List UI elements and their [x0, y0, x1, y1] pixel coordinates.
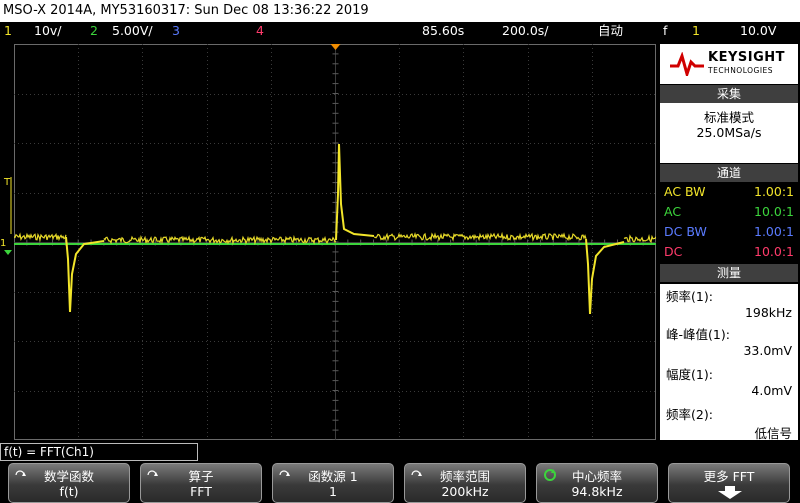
softkey-bar: 数学函数 f(t) 算子 FFT 函数源 1 1 频率范围 200kHz 中心频… — [0, 463, 800, 503]
channel-3-probe: 1.00:1 — [754, 224, 794, 239]
softkey-freq-span-value: 200kHz — [441, 484, 489, 499]
ch4-number[interactable]: 4 — [256, 22, 264, 40]
time-scale[interactable]: 200.0s/ — [502, 22, 549, 40]
left-marker-area: T 1 — [0, 44, 14, 440]
brand-name: KEYSIGHT — [708, 50, 785, 65]
math-function-label: f(t) = FFT(Ch1) — [0, 443, 198, 461]
softkey-freq-span[interactable]: 频率范围 200kHz — [404, 463, 526, 503]
softkey-more-fft[interactable]: 更多 FFT — [668, 463, 790, 503]
ch1-ground-marker: 1 — [0, 238, 6, 249]
channel-row-2[interactable]: AC 10.0:1 — [660, 202, 798, 222]
freq2-label: 频率(2): — [666, 407, 713, 422]
softkey-freq-span-title: 频率范围 — [439, 469, 490, 484]
trigger-mode[interactable]: 自动 — [598, 22, 623, 40]
softkey-center-freq-value: 94.8kHz — [571, 484, 623, 499]
graticule — [14, 44, 656, 440]
acquisition-header: 采集 — [660, 85, 798, 103]
acquisition-body: 标准模式 25.0MSa/s — [660, 103, 798, 163]
ch1-trace — [14, 232, 67, 242]
channel-2-probe: 10.0:1 — [754, 204, 794, 219]
channel-4-probe: 10.0:1 — [754, 244, 794, 259]
channel-row-1[interactable]: AC BW 1.00:1 — [660, 182, 798, 202]
channel-row-4[interactable]: DC 10.0:1 — [660, 242, 798, 262]
softkey-operator-value: FFT — [190, 484, 212, 499]
acq-rate: 25.0MSa/s — [696, 125, 762, 140]
window-title: MSO-X 2014A, MY53160317: Sun Dec 08 13:3… — [0, 0, 800, 22]
softkey-source-value: 1 — [329, 484, 337, 499]
softkey-operator-title: 算子 — [188, 469, 214, 484]
time-offset[interactable]: 85.60s — [422, 22, 464, 40]
freq2-value: 低信号 — [754, 426, 792, 441]
trigger-channel[interactable]: 1 — [692, 22, 700, 40]
channel-row-3[interactable]: DC BW 1.00:1 — [660, 222, 798, 242]
ch1-trace — [623, 233, 656, 244]
acq-mode: 标准模式 — [703, 110, 754, 125]
channel-1-probe: 1.00:1 — [754, 184, 794, 199]
down-arrow-icon — [718, 486, 742, 499]
trigger-slope-icon: f — [663, 23, 668, 38]
keysight-logo: KEYSIGHT TECHNOLOGIES — [660, 44, 798, 84]
freq1-value: 198kHz — [744, 305, 792, 320]
ch2-number[interactable]: 2 — [90, 22, 98, 40]
ch1-trace — [374, 231, 587, 242]
softkey-math-function-title: 数学函数 — [43, 469, 94, 484]
channels-header: 通道 — [660, 164, 798, 182]
ch2-ground-marker — [4, 250, 12, 255]
side-panel: KEYSIGHT TECHNOLOGIES 采集 标准模式 25.0MSa/s … — [660, 44, 798, 441]
measurements-body: 频率(1): 198kHz 峰-峰值(1): 33.0mV 幅度(1): 4.0… — [660, 284, 798, 441]
channel-1-label: AC BW — [664, 184, 706, 199]
channel-4-label: DC — [664, 244, 683, 259]
keysight-wave-icon — [670, 52, 704, 76]
softkey-center-freq-title: 中心频率 — [571, 469, 622, 484]
ch1-scale[interactable]: 10v/ — [34, 22, 62, 40]
trigger-level[interactable]: 10.0V — [740, 22, 776, 40]
softkey-center-freq[interactable]: 中心频率 94.8kHz — [536, 463, 658, 503]
status-bar: 1 10v/ 2 5.00V/ 3 4 85.60s 200.0s/ 自动 f … — [0, 22, 800, 40]
softkey-more-fft-title: 更多 FFT — [703, 469, 755, 484]
brand-sub: TECHNOLOGIES — [708, 66, 774, 75]
trigger-level-marker: T — [3, 177, 11, 188]
freq1-label: 频率(1): — [666, 289, 713, 304]
ch2-scale[interactable]: 5.00V/ — [112, 22, 153, 40]
softkey-math-function-value: f(t) — [59, 484, 79, 499]
ch3-number[interactable]: 3 — [172, 22, 180, 40]
channel-2-label: AC — [664, 204, 682, 219]
softkey-math-function[interactable]: 数学函数 f(t) — [8, 463, 130, 503]
amp-label: 幅度(1): — [666, 367, 713, 382]
pp-label: 峰-峰值(1): — [666, 327, 730, 342]
pp-value: 33.0mV — [743, 343, 792, 358]
measurements-header: 测量 — [660, 264, 798, 282]
ch1-number[interactable]: 1 — [4, 22, 12, 40]
softkey-operator[interactable]: 算子 FFT — [140, 463, 262, 503]
trigger-position-marker — [330, 44, 341, 50]
amp-value: 4.0mV — [751, 383, 792, 398]
softkey-source[interactable]: 函数源 1 1 — [272, 463, 394, 503]
ch1-trace — [65, 236, 105, 313]
waveform-display[interactable] — [14, 44, 656, 440]
ch1-trace — [585, 238, 625, 315]
ch1-trace — [335, 143, 375, 241]
softkey-source-title: 函数源 1 — [308, 469, 358, 484]
channel-3-label: DC BW — [664, 224, 707, 239]
